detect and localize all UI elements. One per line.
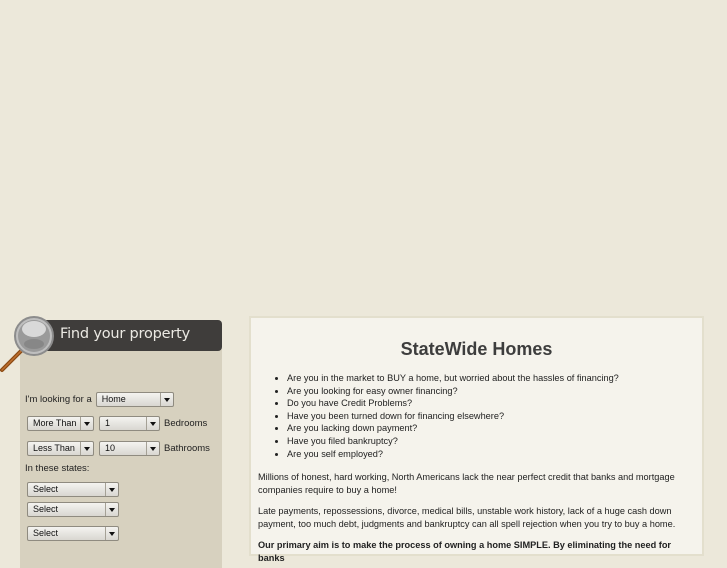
list-item: Are you looking for easy owner financing… [287,385,619,398]
magnifier-icon [0,316,54,372]
state-select-row-2: Select [27,502,119,517]
bathrooms-label: Bathrooms [164,443,210,454]
chevron-down-icon [105,503,118,516]
chevron-down-icon [80,417,93,430]
chevron-down-icon [105,527,118,540]
list-item: Are you lacking down payment? [287,422,619,435]
chevron-down-icon [80,442,93,455]
bathrooms-comparator-select[interactable]: Less Than [27,441,94,456]
state-select-row-3: Select [27,526,119,541]
bedrooms-comparator-select[interactable]: More Than [27,416,94,431]
property-type-select[interactable]: Home [95,392,174,407]
state-select-1[interactable]: Select [27,482,119,497]
list-item: Have you been turned down for financing … [287,410,619,423]
bedrooms-row: More Than 1 Bedrooms [27,416,207,431]
chevron-down-icon [159,393,173,406]
list-item: Are you self employed? [287,448,619,461]
content-box: StateWide Homes Are you in the market to… [249,316,704,563]
states-label: In these states: [25,463,90,474]
chevron-down-icon [146,442,159,455]
state-select-row-1: Select [27,482,119,497]
paragraph-rejection: Late payments, repossessions, divorce, m… [258,506,676,529]
chevron-down-icon [105,483,118,496]
states-label-row: In these states: [25,463,89,474]
chevron-down-icon [146,417,159,430]
bathrooms-value-select[interactable]: 10 [99,441,160,456]
bedrooms-value-select[interactable]: 1 [99,416,160,431]
paragraph-aim: Our primary aim is to make the process o… [258,540,672,563]
state-select-2[interactable]: Select [27,502,119,517]
bedrooms-label: Bedrooms [164,418,208,429]
list-item: Are you in the market to BUY a home, but… [287,372,619,385]
list-item: Have you filed bankruptcy? [287,435,619,448]
property-type-row: I'm looking for a Home [25,392,174,407]
search-panel-title: Find your property [60,326,191,342]
bathrooms-row: Less Than 10 Bathrooms [27,441,210,456]
question-list: Are you in the market to BUY a home, but… [269,372,619,460]
list-item: Do you have Credit Problems? [287,397,619,410]
paragraph-credit: Millions of honest, hard working, North … [258,472,675,495]
page-title: StateWide Homes [400,339,553,359]
state-select-3[interactable]: Select [27,526,119,541]
looking-for-label: I'm looking for a [25,394,92,405]
